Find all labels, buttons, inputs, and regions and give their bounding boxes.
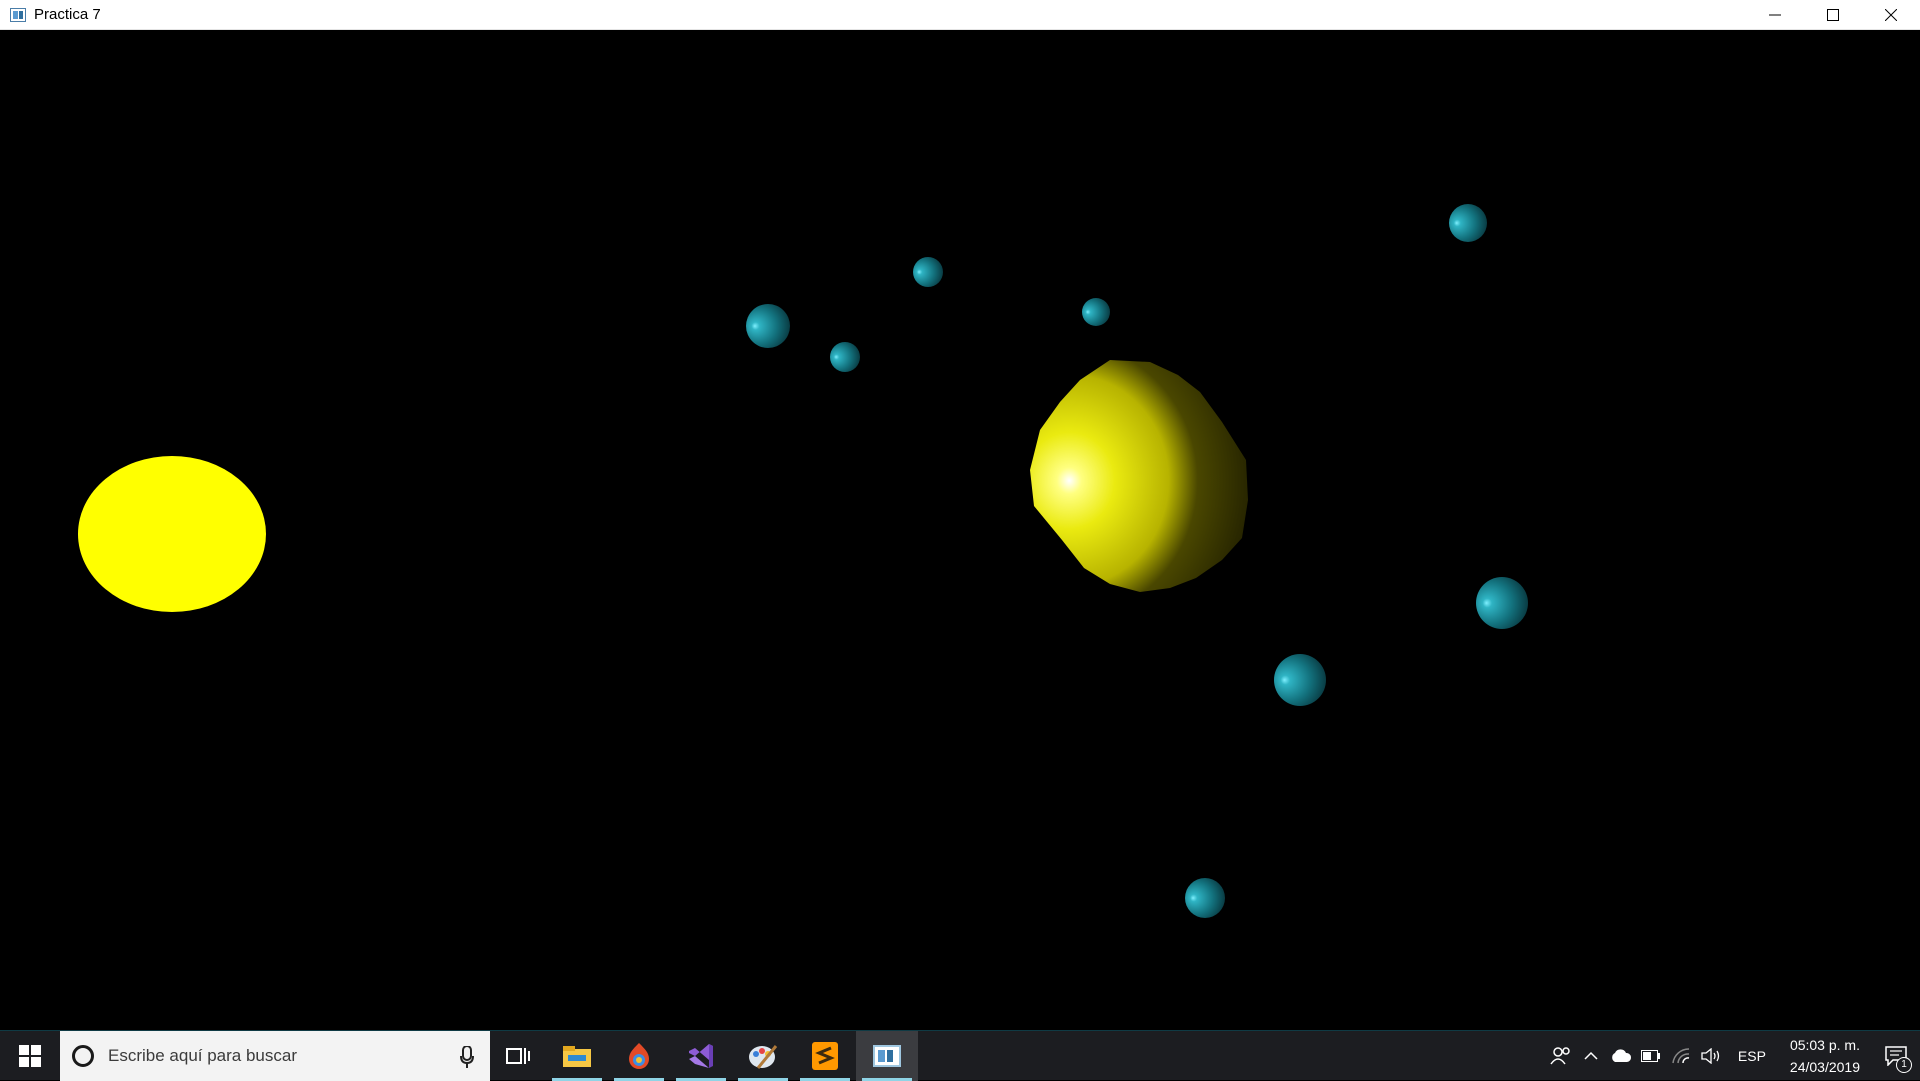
system-tray: ESP 05:03 p. m. 24/03/2019 1 [1546, 1031, 1920, 1081]
moon-sphere [746, 304, 790, 348]
people-icon [1550, 1046, 1570, 1064]
minimize-button[interactable] [1746, 0, 1804, 30]
show-hidden-icons-button[interactable] [1576, 1031, 1606, 1081]
close-button[interactable] [1862, 0, 1920, 30]
folder-icon [563, 1045, 591, 1067]
app-window-icon [10, 7, 26, 22]
search-input[interactable]: Escribe aquí para buscar [108, 1046, 297, 1066]
close-icon [1885, 9, 1897, 21]
window-controls [1746, 0, 1920, 30]
action-center-button[interactable]: 1 [1872, 1031, 1920, 1081]
taskbar-practica-window[interactable] [856, 1030, 918, 1081]
shaded-planet-sphere [1030, 360, 1248, 592]
battery-icon [1640, 1049, 1660, 1062]
taskbar-visual-studio[interactable] [670, 1031, 732, 1081]
speaker-icon [1701, 1047, 1720, 1064]
moon-sphere [1274, 654, 1326, 706]
moon-sphere [1476, 577, 1528, 629]
taskbar-sublime-text[interactable] [794, 1031, 856, 1081]
battery-button[interactable] [1636, 1031, 1666, 1081]
moon-sphere [1449, 204, 1487, 242]
start-button[interactable] [0, 1031, 60, 1081]
microphone-icon[interactable] [460, 1045, 474, 1068]
task-view-icon [506, 1047, 530, 1064]
search-box[interactable]: Escribe aquí para buscar [60, 1030, 490, 1081]
windows-taskbar: Escribe aquí para buscar ESP 05:03 p. m.… [0, 1030, 1920, 1081]
taskbar-paint[interactable] [732, 1031, 794, 1081]
task-view-button[interactable] [490, 1031, 546, 1081]
scene-canvas [78, 204, 1528, 918]
minimize-icon [1769, 14, 1781, 16]
sun-sphere [78, 456, 266, 612]
window-titlebar[interactable]: Practica 7 [0, 0, 1920, 30]
chrome-icon [629, 1042, 649, 1069]
chevron-up-icon [1584, 1051, 1598, 1060]
maximize-button[interactable] [1804, 0, 1862, 30]
paint-palette-icon [749, 1044, 778, 1069]
sublime-text-icon [812, 1041, 838, 1070]
window-title: Practica 7 [34, 6, 101, 23]
taskbar-clock[interactable]: 05:03 p. m. 24/03/2019 [1778, 1034, 1872, 1078]
taskbar-file-explorer[interactable] [546, 1031, 608, 1081]
wifi-icon [1672, 1047, 1690, 1063]
clock-date: 24/03/2019 [1789, 1058, 1860, 1075]
moon-sphere [1185, 878, 1225, 918]
onedrive-button[interactable] [1606, 1031, 1636, 1081]
windows-logo-icon [19, 1044, 41, 1067]
network-button[interactable] [1666, 1031, 1696, 1081]
moon-sphere [830, 342, 860, 372]
opengl-window-icon [873, 1044, 901, 1067]
people-button[interactable] [1546, 1031, 1576, 1081]
volume-button[interactable] [1696, 1031, 1726, 1081]
notification-count-badge: 1 [1896, 1056, 1912, 1073]
maximize-icon [1827, 9, 1839, 21]
taskbar-chrome[interactable] [608, 1031, 670, 1081]
opengl-viewport[interactable] [0, 30, 1920, 1030]
input-language[interactable]: ESP [1726, 1048, 1778, 1064]
moon-sphere [913, 257, 943, 287]
moon-sphere [1082, 298, 1110, 326]
clock-time: 05:03 p. m. [1789, 1036, 1860, 1053]
visual-studio-icon [689, 1043, 713, 1068]
cortana-icon [72, 1044, 94, 1067]
cloud-icon [1612, 1048, 1631, 1062]
